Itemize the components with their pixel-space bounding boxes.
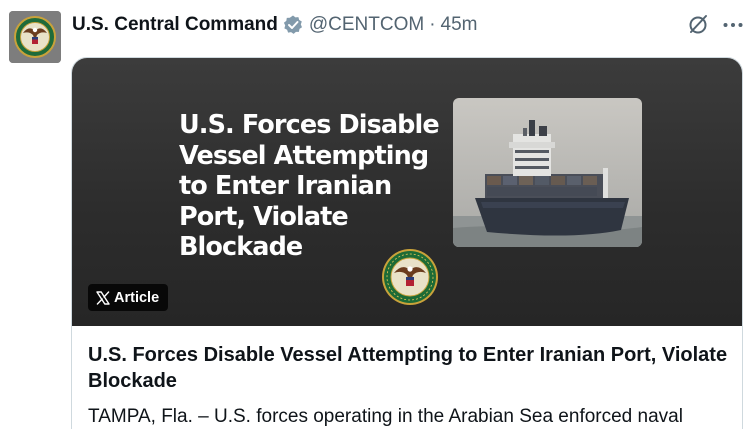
post-timestamp[interactable]: 45m bbox=[441, 14, 478, 36]
article-description: TAMPA, Fla. – U.S. forces operating in t… bbox=[88, 406, 683, 427]
container-ship-photo bbox=[453, 98, 642, 247]
author-avatar[interactable] bbox=[9, 11, 61, 63]
article-title[interactable]: U.S. Forces Disable Vessel Attempting to… bbox=[88, 342, 728, 394]
centcom-seal-icon bbox=[382, 249, 438, 305]
image-headline: U.S. Forces Disable Vessel Attempting to… bbox=[179, 110, 440, 262]
article-card[interactable]: U.S. Forces Disable Vessel Attempting to… bbox=[71, 57, 743, 429]
centcom-seal-icon bbox=[9, 11, 61, 63]
more-horizontal-icon[interactable] bbox=[720, 12, 746, 38]
separator-dot: · bbox=[429, 14, 436, 35]
article-badge-label: Article bbox=[114, 289, 160, 306]
article-badge: Article bbox=[88, 284, 169, 311]
x-logo-icon bbox=[96, 290, 110, 305]
author-display-name[interactable]: U.S. Central Command bbox=[72, 14, 278, 36]
tweet-header: U.S. Central Command @CENTCOM · 45m bbox=[72, 12, 478, 38]
government-verified-badge-icon[interactable] bbox=[282, 14, 304, 36]
article-card-image[interactable]: U.S. Forces Disable Vessel Attempting to… bbox=[72, 58, 742, 326]
author-handle[interactable]: @CENTCOM bbox=[309, 14, 424, 36]
grok-icon[interactable] bbox=[686, 13, 710, 37]
